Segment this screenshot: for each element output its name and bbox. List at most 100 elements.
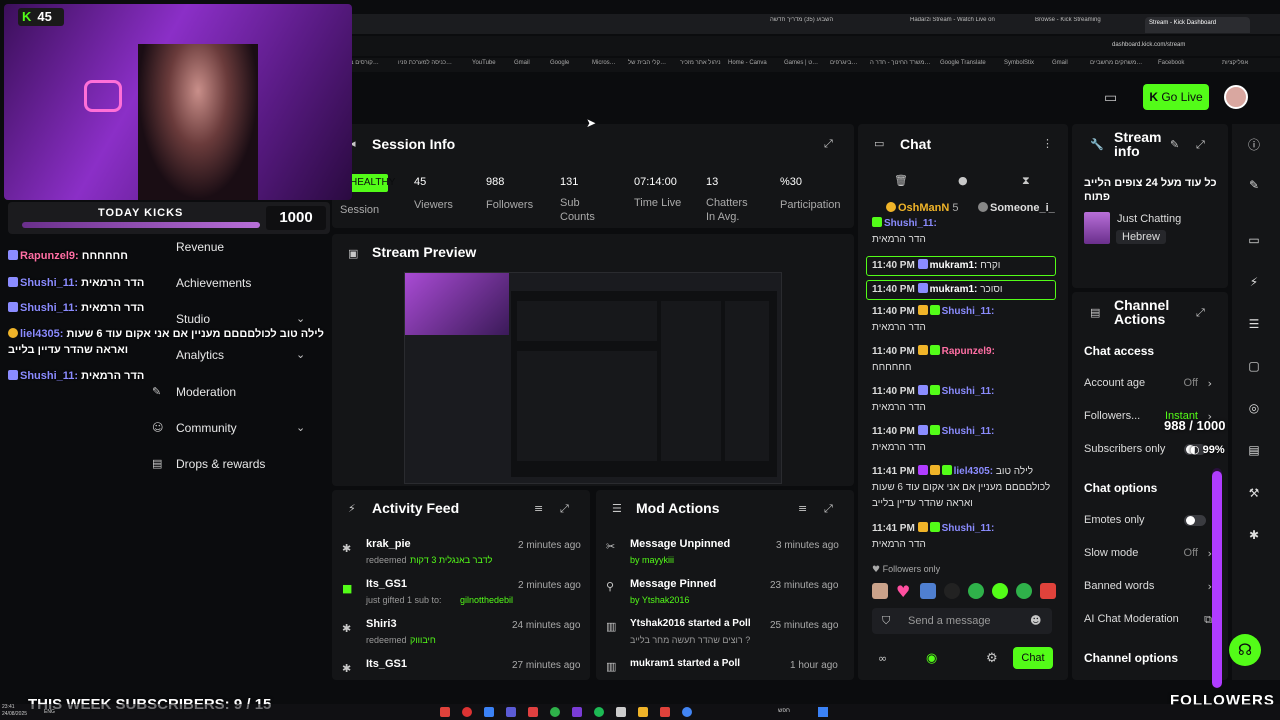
chevron-down-icon[interactable]: ⌄: [296, 348, 305, 361]
edit-icon[interactable]: ✎: [1170, 138, 1179, 151]
users-icon[interactable]: ∞: [878, 652, 887, 665]
chat-message[interactable]: 11:40 PM Shushi_11: הדר הרמאית: [872, 384, 1062, 416]
browser-tab[interactable]: השבוע (35) מדריך חדשה: [770, 17, 900, 33]
pen-icon[interactable]: ✎: [1245, 178, 1263, 196]
taskbar-app-icon[interactable]: [660, 707, 670, 717]
chat-message-highlighted[interactable]: 11:40 PM mukram1: וקרח: [866, 256, 1056, 276]
hourglass-icon[interactable]: ⧗: [1022, 174, 1030, 188]
emote[interactable]: [920, 583, 936, 599]
emote[interactable]: [872, 583, 888, 599]
users-icon[interactable]: ✱: [1245, 528, 1263, 546]
bookmark[interactable]: Google Translate: [940, 60, 986, 66]
bookmark[interactable]: Google: [550, 60, 569, 66]
taskbar-app-icon[interactable]: [594, 707, 604, 717]
sidebar-item-analytics[interactable]: Analytics: [176, 348, 224, 362]
ai-moderation-setting[interactable]: AI Chat Moderation ⧉: [1084, 613, 1214, 626]
chat-message[interactable]: 11:40 PM Shushi_11: הדר הרמאית: [872, 424, 1062, 456]
chat-username[interactable]: Shushi_11:: [942, 426, 995, 437]
taskbar-app-icon[interactable]: [638, 707, 648, 717]
filter-icon[interactable]: ≡: [534, 502, 543, 515]
bookmark[interactable]: ביוגרפים…: [830, 60, 857, 66]
taskbar-app-icon[interactable]: [528, 707, 538, 717]
bookmark[interactable]: ניהול אתר מזכיר: [680, 60, 721, 66]
top-chatter[interactable]: Someone_i_: [978, 202, 1064, 214]
bookmark[interactable]: YouTube: [472, 60, 496, 66]
heart-emote[interactable]: ♥: [896, 582, 910, 601]
chevron-down-icon[interactable]: ⌄: [296, 421, 305, 434]
bookmark[interactable]: קלי הבית של…: [628, 60, 666, 66]
emote[interactable]: [1016, 583, 1032, 599]
chevron-down-icon[interactable]: ⌄: [296, 312, 305, 325]
bookmark[interactable]: Micros…: [592, 60, 616, 66]
expand-icon[interactable]: ⤢: [1196, 306, 1205, 320]
wrench-icon[interactable]: ⚒: [1245, 486, 1263, 504]
chat-message[interactable]: 11:41 PM liel4305: לילה טוב לכולםםםם מענ…: [872, 464, 1062, 512]
taskbar-app-icon[interactable]: [440, 707, 450, 717]
browser-tab-active[interactable]: Stream - Kick Dashboard: [1145, 17, 1250, 33]
emote[interactable]: [992, 583, 1008, 599]
chat-message-highlighted[interactable]: 11:40 PM mukram1: וסוכר: [866, 280, 1056, 300]
taskbar-app-icon[interactable]: [550, 707, 560, 717]
chat-username[interactable]: Shushi_11:: [942, 523, 995, 534]
sidebar-item-revenue[interactable]: Revenue: [176, 240, 224, 254]
browser-tab[interactable]: Hadarzi Stream - Watch Live on: [910, 17, 1020, 33]
chat-username[interactable]: Shushi_11:: [942, 386, 995, 397]
expand-icon[interactable]: ⤢: [560, 502, 569, 516]
chat-username[interactable]: Rapunzel9:: [942, 346, 995, 357]
bookmark[interactable]: SymbolStix: [1004, 60, 1034, 66]
taskbar-app-icon[interactable]: [462, 707, 472, 717]
windows-start-icon[interactable]: [818, 707, 828, 717]
taskbar-app-icon[interactable]: [484, 707, 494, 717]
filter-icon[interactable]: ≡: [798, 502, 807, 515]
taskbar-app-icon[interactable]: [572, 707, 582, 717]
channel-icon[interactable]: ▤: [1245, 443, 1263, 461]
taskbar-app-icon[interactable]: [616, 707, 626, 717]
kick-coin-icon[interactable]: ◉: [926, 651, 937, 666]
lightning-icon[interactable]: ⚡: [1245, 275, 1263, 293]
emotes-only-toggle[interactable]: [1184, 515, 1206, 526]
sidebar-item-achievements[interactable]: Achievements: [176, 276, 251, 290]
slow-mode-setting[interactable]: Slow mode Off ›: [1084, 547, 1214, 560]
headset-icon[interactable]: ☊: [1229, 634, 1261, 666]
chat-username[interactable]: Shushi_11:: [942, 306, 995, 317]
chat-username[interactable]: mukram1:: [930, 260, 978, 271]
info-icon[interactable]: ⓘ: [1245, 136, 1263, 154]
sidebar-toggle-icon[interactable]: ▭: [1104, 90, 1117, 106]
gear-icon[interactable]: ⚙: [986, 651, 998, 666]
sidebar-item-studio[interactable]: Studio: [176, 312, 210, 326]
sidebar-item-moderation[interactable]: Moderation: [176, 385, 236, 399]
emote[interactable]: [968, 583, 984, 599]
emote[interactable]: [944, 583, 960, 599]
expand-icon[interactable]: ⤢: [824, 137, 833, 151]
chat-input[interactable]: ⛉ Send a message ☻: [872, 608, 1052, 634]
language-indicator[interactable]: ENG: [44, 709, 55, 715]
avatar[interactable]: [1224, 85, 1248, 109]
expand-icon[interactable]: ⤢: [824, 502, 833, 516]
bookmark[interactable]: משרד החינוך - חדר ה…: [870, 60, 930, 66]
list-icon[interactable]: ☰: [1245, 317, 1263, 335]
screen-icon[interactable]: ▭: [1245, 233, 1263, 251]
activity-user[interactable]: Its_GS1: [366, 578, 407, 590]
taskbar-search[interactable]: חפש: [778, 708, 790, 714]
trash-icon[interactable]: 🗑: [894, 174, 908, 187]
chat-message[interactable]: Shushi_11: הדר הרמאית: [872, 216, 1062, 248]
bookmark[interactable]: משחקים מחשביים…: [1090, 60, 1142, 66]
address-bar[interactable]: dashboard.kick.com/stream: [350, 36, 1280, 56]
chat-username[interactable]: liel4305:: [954, 466, 993, 477]
activity-user[interactable]: Shiri3: [366, 618, 397, 630]
kebab-menu-icon[interactable]: ⋮: [1042, 137, 1053, 150]
banned-words-setting[interactable]: Banned words ›: [1084, 580, 1214, 593]
chat-bubble-icon[interactable]: ●: [958, 174, 968, 187]
bookmark[interactable]: אפליקציות: [1222, 60, 1248, 66]
expand-icon[interactable]: ⤢: [1196, 138, 1205, 152]
stream-preview-video[interactable]: [404, 272, 782, 484]
activity-user[interactable]: krak_pie: [366, 538, 411, 550]
sidebar-item-community[interactable]: Community: [176, 421, 237, 435]
chat-username[interactable]: mukram1:: [930, 284, 978, 295]
chat-message[interactable]: 11:40 PM Shushi_11: הדר הרמאית: [872, 304, 1062, 336]
account-age-setting[interactable]: Account age Off ›: [1084, 377, 1214, 390]
top-chatter[interactable]: OshManN 5: [886, 202, 959, 214]
chat-icon[interactable]: ▢: [1245, 359, 1263, 377]
chat-username[interactable]: Shushi_11:: [884, 218, 937, 229]
bookmark[interactable]: Gmail: [514, 60, 530, 66]
